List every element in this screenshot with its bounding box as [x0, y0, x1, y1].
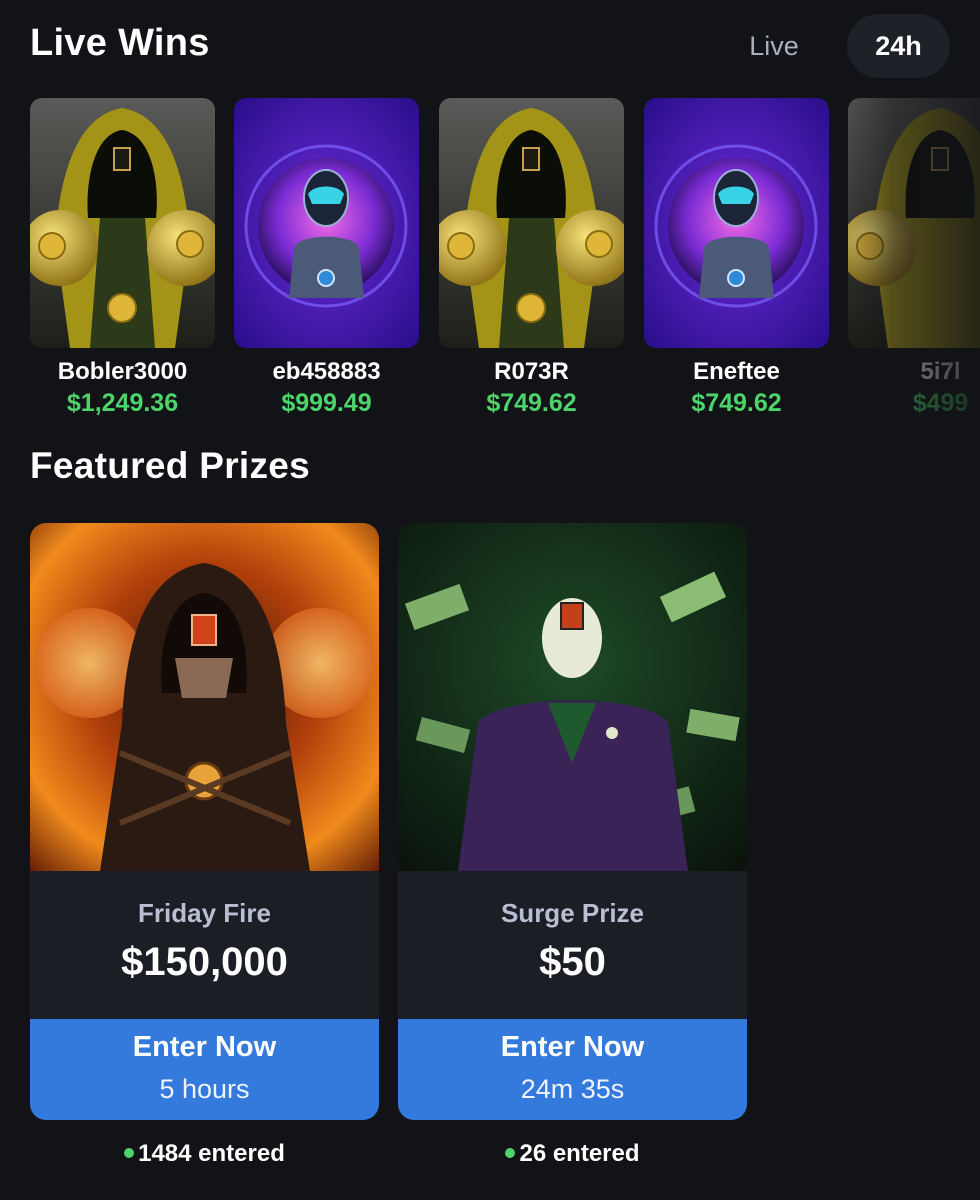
prize-value: $150,000 — [121, 940, 288, 984]
win-amount: $749.62 — [691, 389, 782, 417]
live-dot-icon — [124, 1147, 135, 1158]
live-wins-carousel[interactable]: Bobler3000 $1,249.36 eb458883 $999.49 R0… — [0, 98, 980, 428]
win-card[interactable]: eb458883 $999.49 — [234, 98, 419, 418]
toggle-24h-button[interactable]: 24h — [847, 14, 950, 78]
gold-hooded-boxer-art — [848, 98, 980, 348]
entered-count: 26 entered — [398, 1140, 747, 1168]
winner-name: eb458883 — [272, 358, 381, 385]
cyber-astronaut-portal-art — [234, 98, 419, 348]
prize-value: $50 — [539, 940, 606, 984]
win-card[interactable]: Eneftee $749.62 — [644, 98, 829, 418]
winner-name: R073R — [494, 358, 569, 385]
time-remaining: 5 hours — [159, 1074, 250, 1104]
time-remaining: 24m 35s — [520, 1074, 625, 1104]
win-amount: $999.49 — [281, 389, 372, 417]
fire-hooded-figure-art — [30, 523, 379, 871]
entered-count: 1484 entered — [30, 1140, 379, 1168]
live-wins-title: Live Wins — [30, 22, 210, 64]
win-card[interactable]: 5i7l $499 — [848, 98, 980, 418]
live-dot-icon — [505, 1147, 516, 1158]
enter-now-button[interactable]: Enter Now 24m 35s — [398, 1019, 747, 1120]
winner-name: Eneftee — [693, 358, 780, 385]
enter-now-label: Enter Now — [500, 1031, 645, 1063]
green-money-suit-art — [398, 523, 747, 871]
winner-name: 5i7l — [920, 358, 961, 385]
win-card[interactable]: Bobler3000 $1,249.36 — [30, 98, 215, 418]
enter-now-button[interactable]: Enter Now 5 hours — [30, 1019, 379, 1120]
prize-card[interactable]: Surge Prize $50 Enter Now 24m 35s — [398, 523, 747, 1120]
prize-card[interactable]: Friday Fire $150,000 Enter Now 5 hours — [30, 523, 379, 1120]
live-wins-header: Live Wins Live 24h — [0, 0, 980, 95]
gold-hooded-boxer-art — [30, 98, 215, 348]
toggle-live-button[interactable]: Live — [738, 24, 810, 68]
prize-label: Surge Prize — [500, 898, 645, 928]
featured-prizes-title: Featured Prizes — [30, 445, 311, 486]
win-amount: $499 — [912, 389, 969, 417]
cyber-astronaut-portal-art — [644, 98, 829, 348]
win-amount: $1,249.36 — [66, 389, 179, 417]
win-amount: $749.62 — [486, 389, 577, 417]
prize-label: Friday Fire — [138, 898, 271, 928]
winner-name: Bobler3000 — [57, 358, 188, 385]
enter-now-label: Enter Now — [132, 1031, 277, 1063]
gold-hooded-boxer-art — [439, 98, 624, 348]
win-card[interactable]: R073R $749.62 — [439, 98, 624, 418]
entered-count-text: 26 entered — [519, 1140, 640, 1167]
entered-count-text: 1484 entered — [138, 1140, 285, 1167]
